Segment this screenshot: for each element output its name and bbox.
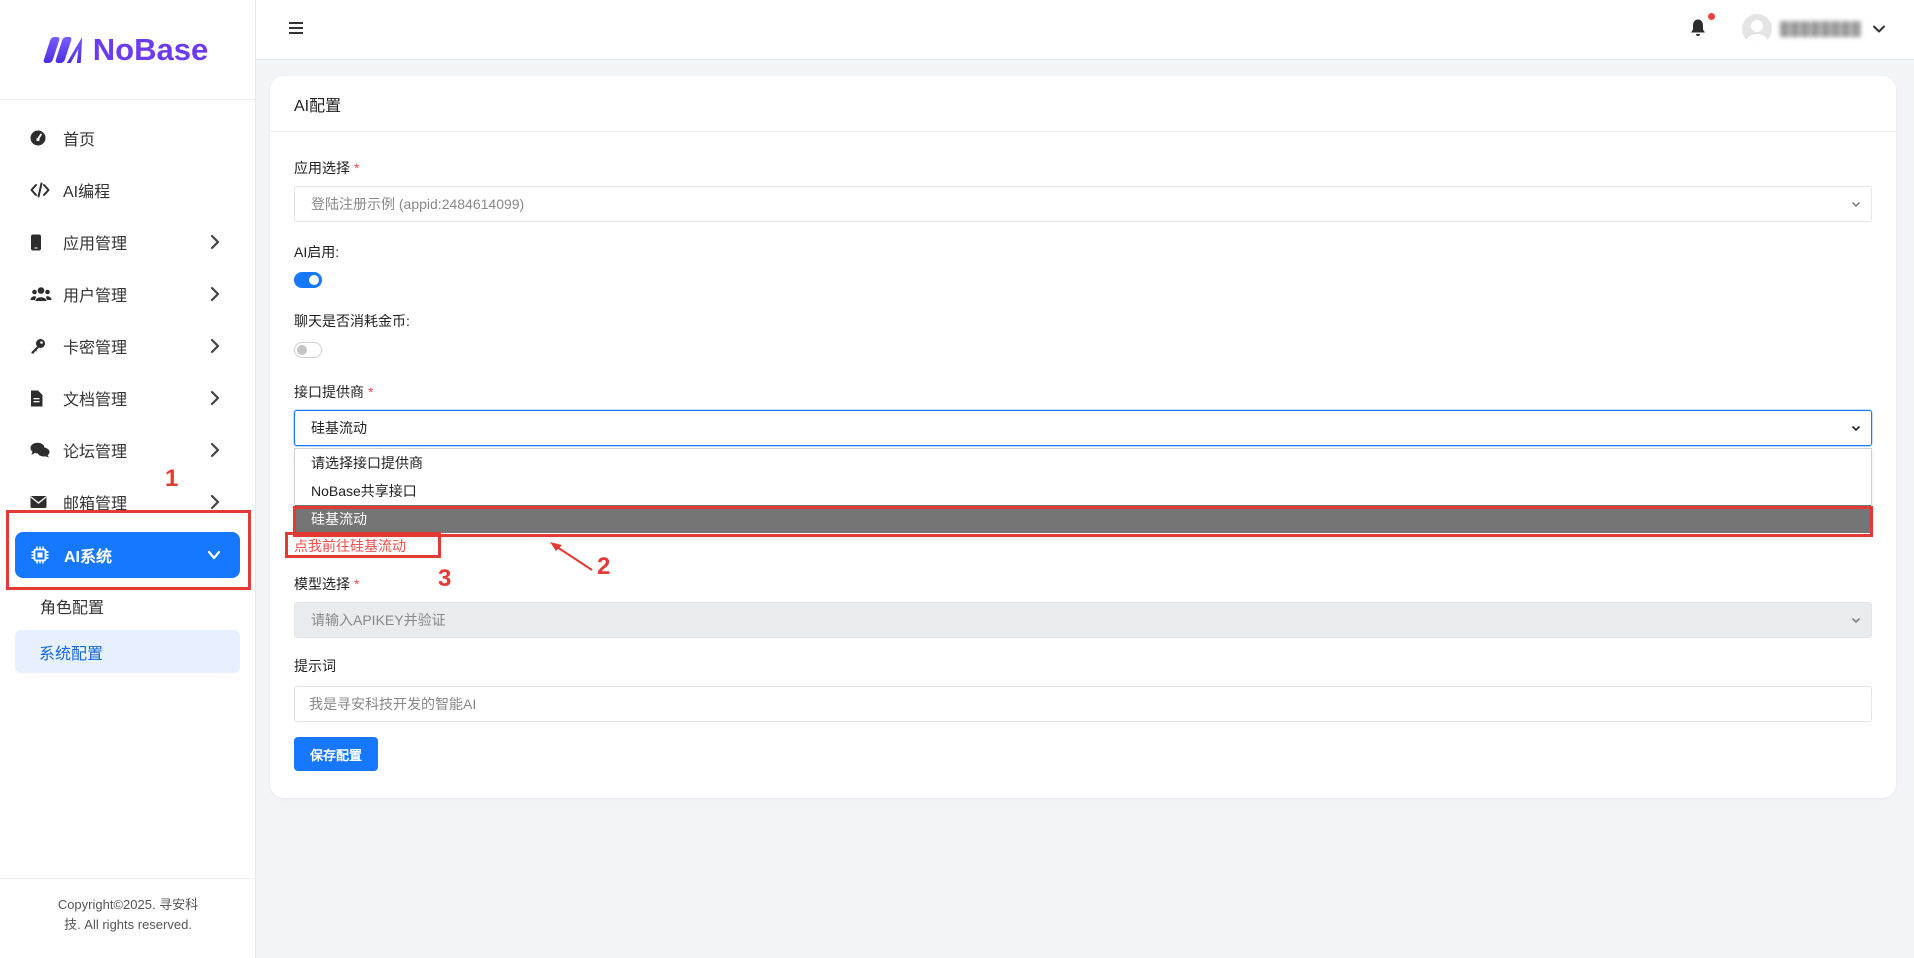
dashboard-icon bbox=[30, 130, 52, 146]
annotation-box-1 bbox=[6, 510, 251, 590]
provider-option[interactable]: NoBase共享接口 bbox=[295, 477, 1871, 505]
mobile-icon bbox=[30, 234, 52, 251]
annotation-number-2: 2 bbox=[597, 553, 611, 580]
app-select-label-text: 应用选择 bbox=[294, 160, 350, 176]
sidebar-subitem-system-config[interactable]: 系统配置 bbox=[15, 630, 240, 673]
required-mark: * bbox=[354, 576, 360, 592]
file-icon bbox=[30, 390, 52, 407]
chevron-right-icon bbox=[210, 494, 220, 510]
envelope-icon bbox=[30, 495, 52, 509]
sidebar-subitem-label: 系统配置 bbox=[39, 645, 104, 663]
chevron-down-icon bbox=[1851, 617, 1861, 624]
provider-label: 接口提供商 * bbox=[294, 382, 373, 402]
chevron-right-icon bbox=[210, 390, 220, 406]
annotation-number-3: 3 bbox=[438, 565, 452, 592]
sidebar-item-document-management[interactable]: 文档管理 bbox=[0, 372, 255, 424]
copyright: Copyright©2025. 寻安科 技. All rights reserv… bbox=[0, 878, 256, 935]
copyright-line: Copyright©2025. 寻安科 bbox=[57, 897, 199, 912]
notification-dot bbox=[1708, 13, 1715, 20]
users-icon bbox=[30, 286, 52, 302]
required-mark: * bbox=[368, 384, 374, 400]
ai-enable-label: AI启用: bbox=[294, 244, 340, 260]
provider-select-value: 硅基流动 bbox=[311, 420, 367, 436]
annotation-number-1: 1 bbox=[165, 465, 179, 492]
username[interactable]: ████████ bbox=[1780, 21, 1861, 37]
provider-label-text: 接口提供商 bbox=[294, 384, 364, 400]
provider-select[interactable]: 硅基流动 bbox=[294, 410, 1872, 446]
chevron-down-icon bbox=[1851, 201, 1861, 208]
model-select-value: 请输入APIKEY并验证 bbox=[311, 612, 446, 628]
prompt-input[interactable]: 我是寻安科技开发的智能AI bbox=[294, 686, 1872, 722]
app-select-label: 应用选择 * bbox=[294, 158, 359, 178]
topbar: ████████ bbox=[256, 0, 1914, 60]
sidebar-item-label: 卡密管理 bbox=[63, 340, 128, 357]
chevron-right-icon bbox=[210, 234, 220, 250]
prompt-label: 提示词 bbox=[294, 658, 336, 674]
app-select[interactable]: 登陆注册示例 (appid:2484614099) bbox=[294, 186, 1872, 222]
key-icon bbox=[30, 338, 52, 354]
prompt-placeholder: 我是寻安科技开发的智能AI bbox=[309, 696, 477, 712]
page-title: AI配置 bbox=[270, 76, 1896, 132]
sidebar-item-label: 论坛管理 bbox=[63, 444, 128, 461]
copyright-line: 技. All rights reserved. bbox=[64, 917, 192, 932]
logo-icon bbox=[42, 36, 89, 63]
sidebar-item-label: 文档管理 bbox=[63, 392, 128, 409]
sidebar-item-label: 应用管理 bbox=[63, 236, 128, 253]
ai-enable-toggle[interactable] bbox=[294, 272, 322, 288]
model-select-label: 模型选择 * bbox=[294, 574, 359, 594]
chevron-right-icon bbox=[210, 286, 220, 302]
save-config-button[interactable]: 保存配置 bbox=[294, 737, 378, 771]
avatar[interactable] bbox=[1742, 14, 1772, 44]
model-select[interactable]: 请输入APIKEY并验证 bbox=[294, 602, 1872, 638]
comments-icon bbox=[30, 442, 52, 458]
sidebar-item-ai-coding[interactable]: AI编程 bbox=[0, 164, 255, 216]
logo[interactable]: NoBase bbox=[0, 0, 255, 100]
chevron-right-icon bbox=[210, 338, 220, 354]
sidebar: NoBase 首页 AI编程 应用管理 用户管理 卡密管理 文档管理 论坛管理 … bbox=[0, 0, 256, 958]
chevron-down-icon bbox=[1851, 425, 1861, 432]
annotation-arrow-icon bbox=[550, 542, 593, 571]
sidebar-item-label: 用户管理 bbox=[63, 288, 128, 305]
model-select-label-text: 模型选择 bbox=[294, 576, 350, 592]
sidebar-item-card-key-management[interactable]: 卡密管理 bbox=[0, 320, 255, 372]
annotation-box-3 bbox=[285, 532, 441, 558]
chevron-right-icon bbox=[210, 442, 220, 458]
chevron-down-icon[interactable] bbox=[1872, 22, 1886, 36]
sidebar-item-app-management[interactable]: 应用管理 bbox=[0, 216, 255, 268]
sidebar-subitem-label: 角色配置 bbox=[40, 600, 105, 617]
sidebar-item-label: AI编程 bbox=[63, 184, 111, 201]
code-icon bbox=[30, 182, 52, 198]
logo-text: NoBase bbox=[92, 31, 209, 67]
sidebar-item-home[interactable]: 首页 bbox=[0, 112, 255, 164]
sidebar-item-forum-management[interactable]: 论坛管理 bbox=[0, 424, 255, 476]
sidebar-item-label: 首页 bbox=[63, 132, 96, 149]
chat-coin-toggle[interactable] bbox=[294, 342, 322, 358]
notification-bell-icon[interactable] bbox=[1689, 18, 1707, 38]
annotation-box-2 bbox=[293, 506, 1873, 537]
menu-toggle-icon[interactable] bbox=[289, 22, 303, 34]
required-mark: * bbox=[354, 160, 360, 176]
chat-coin-label: 聊天是否消耗金币: bbox=[294, 313, 410, 329]
app-select-value: 登陆注册示例 (appid:2484614099) bbox=[311, 196, 525, 212]
ai-config-card: AI配置 应用选择 * 登陆注册示例 (appid:2484614099) AI启… bbox=[270, 76, 1896, 798]
sidebar-item-user-management[interactable]: 用户管理 bbox=[0, 268, 255, 320]
provider-option[interactable]: 请选择接口提供商 bbox=[295, 449, 1871, 477]
